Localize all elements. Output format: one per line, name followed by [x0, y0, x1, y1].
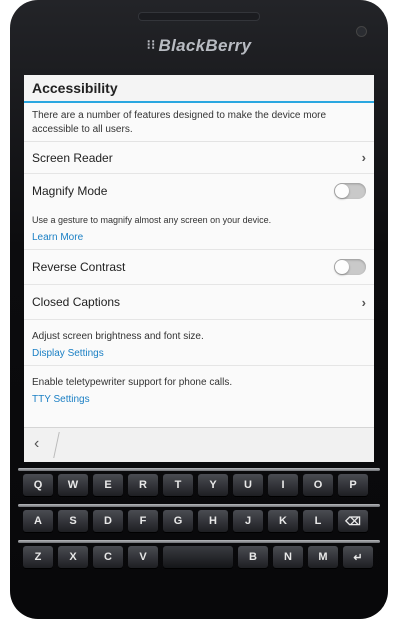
keyboard-row-2: A S D F G H J K L ⌫ — [20, 510, 378, 534]
key-q[interactable]: Q — [23, 474, 53, 496]
key-s[interactable]: S — [58, 510, 88, 532]
tty-settings-section: Enable teletypewriter support for phone … — [24, 366, 374, 411]
key-d[interactable]: D — [93, 510, 123, 532]
keyboard-fret — [18, 540, 380, 543]
reverse-contrast-label: Reverse Contrast — [32, 260, 126, 274]
learn-more-link[interactable]: Learn More — [32, 232, 366, 243]
display-description-text: Adjust screen brightness and font size. — [32, 331, 204, 342]
key-r[interactable]: R — [128, 474, 158, 496]
magnify-description-text: Use a gesture to magnify almost any scre… — [32, 215, 272, 225]
chevron-right-icon: › — [361, 294, 366, 310]
keyboard-row-1: Q W E R T Y U I O P — [20, 474, 378, 498]
reverse-contrast-toggle[interactable] — [334, 259, 366, 275]
brand-logo: ⁝⁝ BlackBerry — [10, 36, 388, 56]
display-settings-section: Adjust screen brightness and font size. … — [24, 320, 374, 366]
action-bar-divider — [53, 432, 60, 458]
intro-text: There are a number of features designed … — [24, 103, 374, 142]
key-e[interactable]: E — [93, 474, 123, 496]
key-w[interactable]: W — [58, 474, 88, 496]
earpiece-speaker — [138, 12, 260, 21]
key-n[interactable]: N — [273, 546, 303, 568]
keyboard-fret — [18, 468, 380, 471]
key-k[interactable]: K — [268, 510, 298, 532]
chevron-right-icon: › — [361, 150, 366, 165]
display-settings-link[interactable]: Display Settings — [32, 348, 366, 359]
device-screen: Accessibility There are a number of feat… — [24, 75, 374, 462]
key-g[interactable]: G — [163, 510, 193, 532]
key-h[interactable]: H — [198, 510, 228, 532]
key-l[interactable]: L — [303, 510, 333, 532]
magnify-description: Use a gesture to magnify almost any scre… — [24, 208, 374, 250]
magnify-mode-label: Magnify Mode — [32, 184, 108, 198]
action-bar: ‹ — [24, 427, 374, 462]
enter-key-icon[interactable]: ↵ — [343, 546, 373, 568]
key-a[interactable]: A — [23, 510, 53, 532]
keyboard-fret — [18, 504, 380, 507]
physical-keyboard: Q W E R T Y U I O P A S D F G H J K L ⌫ … — [18, 468, 380, 582]
tty-settings-link[interactable]: TTY Settings — [32, 394, 366, 405]
key-b[interactable]: B — [238, 546, 268, 568]
key-i[interactable]: I — [268, 474, 298, 496]
keyboard-row-3: Z X C V B N M ↵ — [20, 546, 378, 570]
magnify-mode-row: Magnify Mode — [24, 174, 374, 208]
reverse-contrast-row: Reverse Contrast — [24, 250, 374, 285]
key-u[interactable]: U — [233, 474, 263, 496]
key-o[interactable]: O — [303, 474, 333, 496]
screen-reader-row[interactable]: Screen Reader › — [24, 142, 374, 174]
toggle-knob — [335, 260, 349, 274]
back-button[interactable]: ‹ — [34, 435, 39, 453]
brand-name: BlackBerry — [158, 36, 252, 55]
key-m[interactable]: M — [308, 546, 338, 568]
phone-device: ⁝⁝ BlackBerry Accessibility There are a n… — [10, 0, 388, 619]
key-c[interactable]: C — [93, 546, 123, 568]
space-key[interactable] — [163, 546, 233, 568]
screen-reader-label: Screen Reader — [32, 150, 113, 165]
key-z[interactable]: Z — [23, 546, 53, 568]
closed-captions-label: Closed Captions — [32, 295, 121, 309]
key-j[interactable]: J — [233, 510, 263, 532]
toggle-knob — [335, 184, 349, 198]
key-f[interactable]: F — [128, 510, 158, 532]
tty-description-text: Enable teletypewriter support for phone … — [32, 377, 233, 388]
key-p[interactable]: P — [338, 474, 368, 496]
closed-captions-row[interactable]: Closed Captions › — [24, 285, 374, 320]
backspace-key-icon[interactable]: ⌫ — [338, 510, 368, 532]
key-t[interactable]: T — [163, 474, 193, 496]
blackberry-logo-icon: ⁝⁝ — [146, 37, 156, 52]
page-title: Accessibility — [32, 80, 118, 96]
title-bar: Accessibility — [24, 75, 374, 103]
key-x[interactable]: X — [58, 546, 88, 568]
key-v[interactable]: V — [128, 546, 158, 568]
key-y[interactable]: Y — [198, 474, 228, 496]
magnify-mode-toggle[interactable] — [334, 183, 366, 199]
